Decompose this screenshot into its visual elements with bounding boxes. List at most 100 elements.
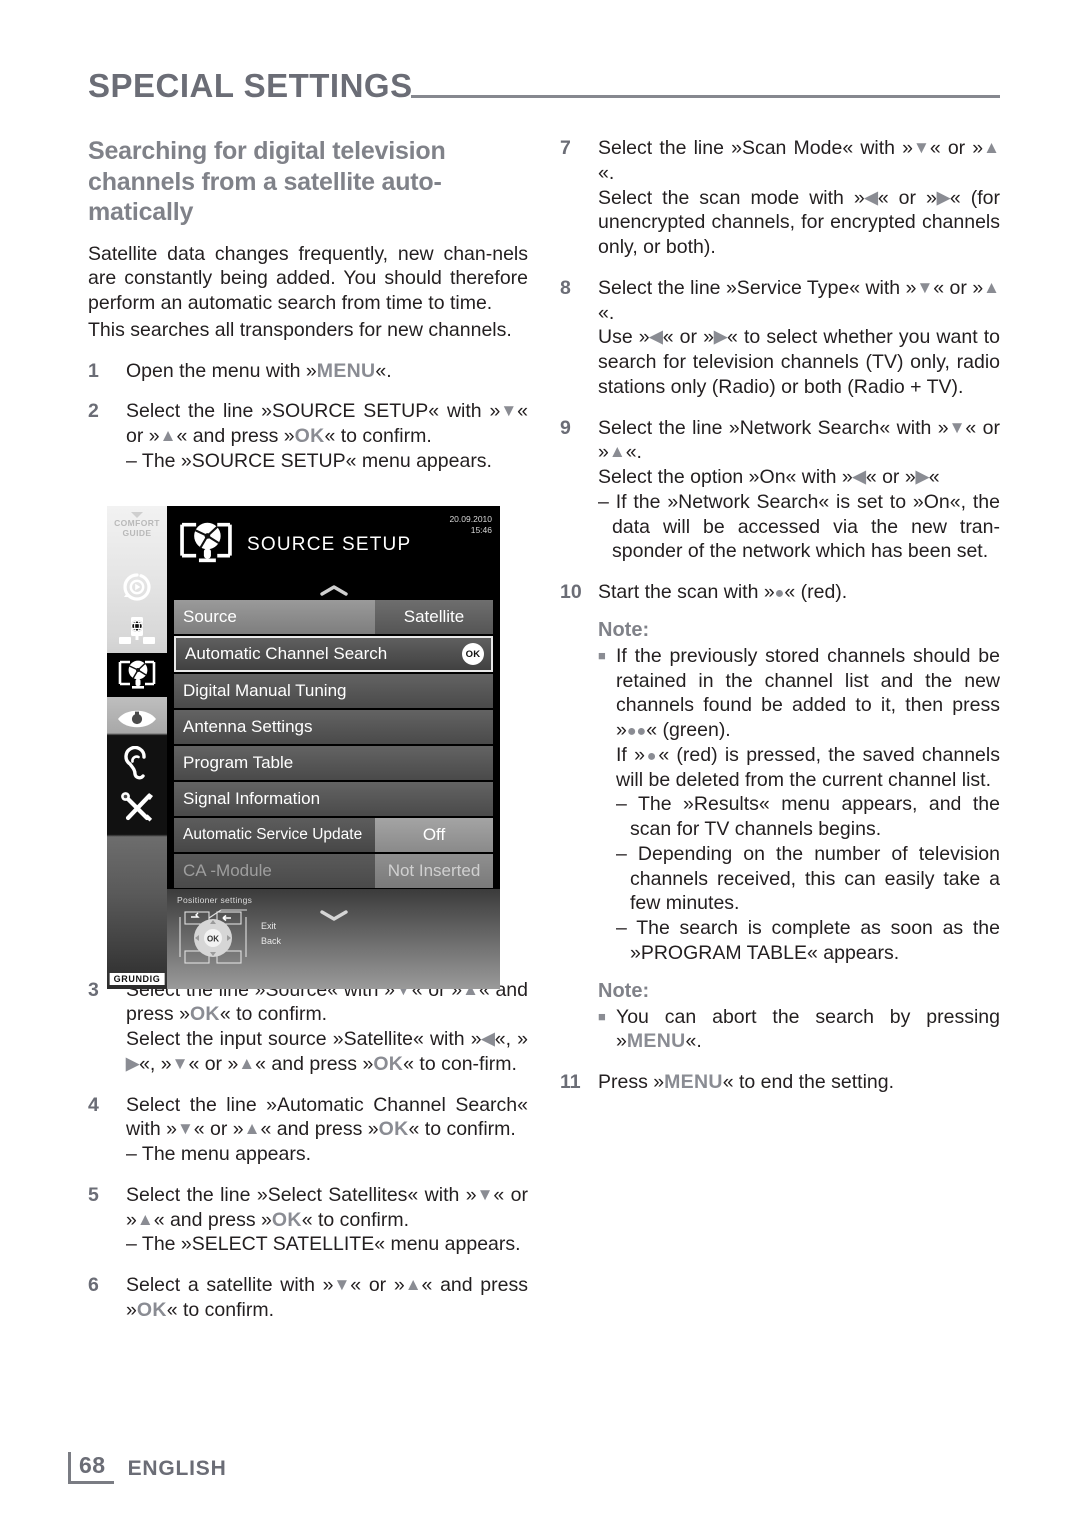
step-text: Open the menu with »MENU«.	[126, 359, 392, 382]
note-item: ■ If the previously stored channels shou…	[598, 644, 1000, 966]
satellite-dish-tv-icon-large	[175, 517, 237, 574]
step-number: 8	[560, 276, 571, 299]
menu-row-program-table[interactable]: Program Table	[174, 746, 493, 780]
menu-row-label: Automatic Channel Search	[176, 638, 491, 670]
sidebar-item-playback[interactable]	[113, 565, 161, 609]
header-rule	[410, 95, 1000, 98]
manual-page: SPECIAL SETTINGS Searching for digital t…	[0, 0, 1080, 1532]
step-number: 4	[88, 1093, 99, 1116]
page-title: SPECIAL SETTINGS	[88, 67, 413, 104]
intro-paragraph-1: Satellite data changes frequently, new c…	[88, 242, 528, 315]
scroll-up-indicator	[167, 584, 500, 600]
tv-menu-title: SOURCE SETUP	[247, 534, 412, 555]
menu-row-automatic-service-update[interactable]: Automatic Service Update Off	[174, 818, 493, 852]
tools-icon	[118, 790, 156, 824]
step-number: 3	[88, 978, 99, 1001]
step-5: 5 Select the line »Select Satellites« wi…	[88, 1183, 528, 1257]
step-number: 11	[560, 1071, 581, 1093]
menu-row-label: CA -Module	[174, 854, 375, 888]
step-8: 8 Select the line »Service Type« with »▼…	[560, 276, 1000, 400]
remote-hint: OK Exit Back	[177, 907, 490, 974]
play-circle-icon	[119, 571, 155, 603]
step-text: Select the line »Automatic Channel Searc…	[126, 1093, 528, 1166]
step-7: 7 Select the line »Scan Mode« with »▼« o…	[560, 136, 1000, 260]
step-number: 1	[88, 359, 99, 382]
tv-menu-time: 15:46	[470, 525, 492, 536]
tv-menu-screenshot: COMFORT GUIDE GRUNDIG SOURCE SETUP 20.09…	[107, 506, 500, 989]
remote-label-back: Back	[261, 936, 282, 947]
menu-row-label: Automatic Service Update	[174, 818, 375, 852]
tv-menu-sidebar: COMFORT GUIDE GRUNDIG	[107, 506, 167, 989]
sidebar-item-source-setup[interactable]	[107, 652, 167, 697]
tv-menu-date: 20.09.2010	[449, 514, 492, 524]
step-text: Press »MENU« to end the setting.	[598, 1071, 895, 1093]
page-number: 68	[79, 1452, 106, 1478]
down-arrow-icon: ▼	[500, 401, 518, 421]
svg-text:OK: OK	[207, 935, 219, 944]
note-list-2: ■ You can abort the search by pressing »…	[598, 1005, 1000, 1055]
brand-logo: GRUNDIG	[109, 973, 165, 985]
step-text: Select the line »Select Satellites« with…	[126, 1183, 528, 1256]
sidebar-item-sound[interactable]	[113, 741, 161, 785]
note-item-text: If the previously stored channels should…	[616, 644, 1000, 964]
comfort-guide-label: COMFORT GUIDE	[114, 512, 160, 539]
tv-menu-header: SOURCE SETUP 20.09.2010 15:46	[167, 506, 500, 584]
step-6: 6 Select a satellite with »▼« or »▲« and…	[88, 1273, 528, 1323]
ok-badge-icon: OK	[462, 643, 484, 665]
square-bullet-icon: ■	[598, 1008, 606, 1024]
remote-dpad-icon: OK	[177, 907, 255, 974]
step-text: Select the line »Network Search« with »▼…	[598, 416, 1000, 563]
page-number-box: 68	[68, 1452, 114, 1484]
step-text: Select the line »Source« with »▼« or »▲«…	[126, 978, 528, 1075]
remote-label-exit: Exit	[261, 921, 277, 931]
up-arrow-icon: ▲	[159, 426, 177, 445]
step-11: 11 Press »MENU« to end the setting.	[560, 1070, 1000, 1095]
satellite-dish-tv-icon	[115, 657, 159, 693]
step-number: 7	[560, 137, 571, 159]
scroll-down-indicator	[319, 909, 349, 927]
eye-icon	[116, 706, 158, 732]
menu-row-label: Antenna Settings	[174, 710, 493, 744]
note-heading-1: Note:	[598, 618, 650, 641]
positioner-settings-label: Positioner settings	[177, 895, 253, 905]
step-number: 6	[88, 1274, 99, 1296]
remote-label-list: Exit Back	[261, 907, 281, 950]
menu-row-value: Off	[375, 818, 493, 852]
step-text: Select the line »Scan Mode« with »▼« or …	[598, 137, 1001, 258]
menu-row-ca-module: CA -Module Not Inserted	[174, 854, 493, 888]
step-10: 10 Start the scan with »●« (red).	[560, 580, 1000, 605]
step-1: 1 Open the menu with »MENU«.	[88, 359, 528, 384]
ear-icon	[122, 745, 152, 780]
menu-row-label: Digital Manual Tuning	[174, 674, 493, 708]
step-4: 4 Select the line »Automatic Channel Sea…	[88, 1093, 528, 1167]
tv-menu-footer: Positioner settings OK Exit Back	[167, 889, 500, 989]
step-number: 9	[560, 416, 571, 439]
sidebar-item-settings[interactable]	[113, 785, 161, 829]
step-text: Select the line »SOURCE SETUP« with »▼« …	[126, 400, 528, 472]
step-text: Select the line »Service Type« with »▼« …	[598, 276, 1000, 398]
step-number: 10	[560, 581, 582, 603]
menu-row-source[interactable]: Source Satellite	[174, 600, 493, 634]
menu-row-automatic-channel-search[interactable]: Automatic Channel Search OK	[174, 636, 493, 672]
language-label: ENGLISH	[127, 1457, 227, 1480]
square-bullet-icon: ■	[598, 647, 606, 663]
sidebar-item-picture[interactable]	[113, 697, 161, 741]
page-footer: 68 ENGLISH	[68, 1452, 227, 1484]
sidebar-item-network[interactable]	[113, 609, 161, 653]
page-header: SPECIAL SETTINGS	[88, 58, 1000, 104]
menu-row-signal-information[interactable]: Signal Information	[174, 782, 493, 816]
tv-menu-rows: Source Satellite Automatic Channel Searc…	[167, 600, 500, 888]
note-item-text: You can abort the search by pressing »ME…	[616, 1005, 1000, 1053]
menu-row-digital-manual-tuning[interactable]: Digital Manual Tuning	[174, 674, 493, 708]
step-text: Start the scan with »●« (red).	[598, 581, 848, 603]
note-heading-2: Note:	[598, 979, 650, 1002]
step-9: 9 Select the line »Network Search« with …	[560, 416, 1000, 565]
menu-row-value: Satellite	[375, 600, 493, 634]
intro-paragraph-2: This searches all transponders for new c…	[88, 318, 512, 341]
step-text: Select a satellite with »▼« or »▲« and p…	[126, 1274, 528, 1321]
note-item: ■ You can abort the search by pressing »…	[598, 1005, 1000, 1055]
step-number: 5	[88, 1183, 99, 1206]
step-3: 3 Select the line »Source« with »▼« or »…	[88, 978, 528, 1077]
section-title: Searching for digital television channel…	[88, 137, 446, 226]
menu-row-antenna-settings[interactable]: Antenna Settings	[174, 710, 493, 744]
